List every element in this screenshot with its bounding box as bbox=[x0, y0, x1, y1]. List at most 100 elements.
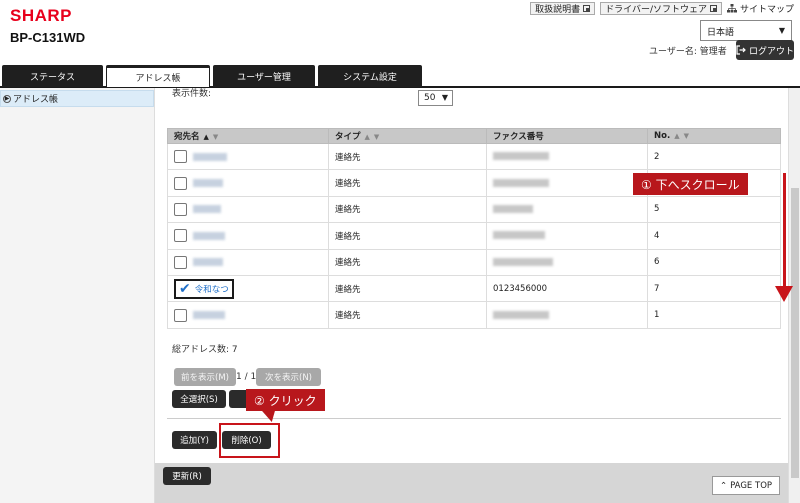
redacted-fax bbox=[493, 257, 553, 266]
footer-bar: 更新(R) bbox=[155, 463, 788, 503]
redacted-name bbox=[193, 205, 221, 214]
address-table: 宛先名▲▼ タイプ▲▼ ファクス番号 No.▲▼ 連絡先 2 連絡先 3 連絡 bbox=[167, 128, 781, 329]
entry-name-link[interactable]: 令和なつ bbox=[195, 283, 229, 295]
sidebar-item-label: アドレス帳 bbox=[13, 95, 59, 105]
top-links: 取扱説明書 ドライバー/ソフトウェア サイトマップ bbox=[530, 2, 794, 15]
row-no: 2 bbox=[647, 142, 781, 171]
click-annotation-label: ② クリック bbox=[246, 389, 325, 411]
scroll-arrow-line bbox=[783, 173, 786, 291]
logout-icon bbox=[736, 45, 746, 55]
redacted-name bbox=[193, 152, 227, 161]
row-checkbox[interactable] bbox=[174, 150, 187, 164]
sitemap-link[interactable]: サイトマップ bbox=[726, 2, 794, 15]
table-row: 連絡先 4 bbox=[167, 222, 781, 250]
language-value: 日本語 bbox=[707, 28, 735, 38]
redacted-fax bbox=[493, 178, 549, 187]
redacted-name bbox=[193, 231, 225, 240]
down-arrow-icon bbox=[775, 286, 793, 302]
scrollbar-thumb[interactable] bbox=[791, 188, 799, 478]
row-checkbox[interactable] bbox=[174, 202, 187, 216]
row-type: 連絡先 bbox=[328, 301, 487, 329]
redacted-fax bbox=[493, 310, 549, 319]
divider bbox=[167, 418, 781, 419]
sitemap-label: サイトマップ bbox=[739, 5, 794, 15]
row-type: 連絡先 bbox=[328, 195, 487, 224]
row-checkbox[interactable] bbox=[174, 229, 187, 243]
manual-link[interactable]: 取扱説明書 bbox=[530, 2, 596, 15]
table-row: 連絡先 5 bbox=[167, 195, 781, 224]
selected-entry-highlight[interactable]: ✔ 令和なつ bbox=[174, 278, 234, 299]
redacted-name bbox=[193, 311, 225, 320]
tab-address-book[interactable]: アドレス帳 bbox=[106, 65, 210, 87]
header-fax: ファクス番号 bbox=[486, 128, 648, 144]
driver-link-label: ドライバー/ソフトウェア bbox=[605, 5, 707, 15]
chevron-right-icon: ▶ bbox=[3, 94, 11, 103]
external-link-icon bbox=[709, 5, 717, 12]
model-name: BP-C131WD bbox=[10, 30, 86, 45]
language-select[interactable]: 日本語 ▼ bbox=[700, 20, 792, 41]
logout-button[interactable]: ログアウト bbox=[736, 40, 794, 60]
external-link-icon bbox=[583, 5, 591, 12]
chevron-down-icon: ▼ bbox=[778, 26, 785, 35]
row-checkbox[interactable] bbox=[174, 176, 187, 190]
row-no: 4 bbox=[647, 222, 781, 250]
sort-desc-icon[interactable]: ▼ bbox=[374, 133, 379, 141]
row-type: 連絡先 bbox=[328, 222, 487, 250]
add-button[interactable]: 追加(Y) bbox=[172, 431, 217, 449]
prev-page-button[interactable]: 前を表示(M) bbox=[174, 368, 236, 386]
sort-asc-icon[interactable]: ▲ bbox=[674, 132, 679, 140]
chevron-down-icon: ▼ bbox=[441, 93, 448, 102]
sitemap-icon bbox=[726, 4, 737, 13]
redacted-fax bbox=[493, 231, 545, 240]
refresh-button[interactable]: 更新(R) bbox=[163, 467, 211, 485]
sort-desc-icon[interactable]: ▼ bbox=[213, 133, 218, 141]
table-row-selected: ✔ 令和なつ 連絡先 0123456000 7 bbox=[167, 274, 781, 303]
checkbox-checked-icon[interactable]: ✔ bbox=[179, 282, 191, 296]
row-no: 1 bbox=[647, 301, 781, 329]
page-indicator: 1 / 1 bbox=[236, 372, 257, 382]
display-count-select[interactable]: 50 ▼ bbox=[418, 90, 453, 106]
page-top-label: PAGE TOP bbox=[730, 480, 773, 491]
table-row: 連絡先 1 bbox=[167, 301, 781, 329]
row-checkbox[interactable] bbox=[174, 308, 187, 322]
row-type: 連絡先 bbox=[328, 248, 487, 276]
sharp-logo: SHARP bbox=[10, 6, 73, 25]
table-row: 連絡先 2 bbox=[167, 142, 781, 171]
sort-desc-icon[interactable]: ▼ bbox=[684, 132, 689, 140]
tab-bar: ステータス アドレス帳 ユーザー管理 システム設定 bbox=[0, 65, 800, 88]
sidebar-item-address-book[interactable]: ▶ アドレス帳 bbox=[0, 90, 154, 107]
redacted-fax bbox=[493, 204, 533, 213]
header-name[interactable]: 宛先名 ▲ ▼ bbox=[167, 128, 329, 144]
display-count-value: 50 bbox=[424, 93, 436, 103]
tab-user-management[interactable]: ユーザー管理 bbox=[213, 65, 315, 87]
redacted-fax bbox=[493, 152, 549, 161]
next-page-button[interactable]: 次を表示(N) bbox=[256, 368, 321, 386]
total-addresses: 総アドレス数: 7 bbox=[172, 345, 238, 355]
table-row: 連絡先 6 bbox=[167, 248, 781, 276]
table-header-row: 宛先名 ▲ ▼ タイプ ▲ ▼ ファクス番号 No. ▲ ▼ bbox=[167, 128, 781, 144]
row-fax: 0123456000 bbox=[486, 274, 648, 303]
header-type[interactable]: タイプ ▲ ▼ bbox=[328, 128, 487, 144]
redacted-name bbox=[193, 258, 223, 267]
user-name: ユーザー名: 管理者 bbox=[649, 47, 727, 57]
scroll-annotation-label: ① 下へスクロール bbox=[633, 173, 748, 195]
row-no: 7 bbox=[647, 274, 781, 303]
tab-system-settings[interactable]: システム設定 bbox=[318, 65, 422, 87]
sidebar: ▶ アドレス帳 bbox=[0, 88, 155, 503]
row-type: 連絡先 bbox=[328, 169, 487, 197]
header-no[interactable]: No. ▲ ▼ bbox=[647, 128, 781, 144]
manual-link-label: 取扱説明書 bbox=[535, 5, 581, 15]
driver-link[interactable]: ドライバー/ソフトウェア bbox=[600, 2, 722, 15]
tab-status[interactable]: ステータス bbox=[2, 65, 103, 87]
select-all-button[interactable]: 全選択(S) bbox=[172, 390, 226, 408]
row-type: 連絡先 bbox=[328, 142, 487, 171]
display-count-label: 表示件数: bbox=[172, 89, 212, 99]
chevron-up-icon: ⌃ bbox=[719, 480, 728, 491]
logout-label: ログアウト bbox=[749, 46, 795, 57]
row-checkbox[interactable] bbox=[174, 255, 187, 269]
page-top-button[interactable]: ⌃ PAGE TOP bbox=[712, 476, 780, 495]
sort-asc-icon[interactable]: ▲ bbox=[365, 133, 370, 141]
delete-button-highlight bbox=[219, 423, 280, 458]
sort-asc-icon[interactable]: ▲ bbox=[204, 133, 209, 141]
redacted-name bbox=[193, 179, 223, 188]
